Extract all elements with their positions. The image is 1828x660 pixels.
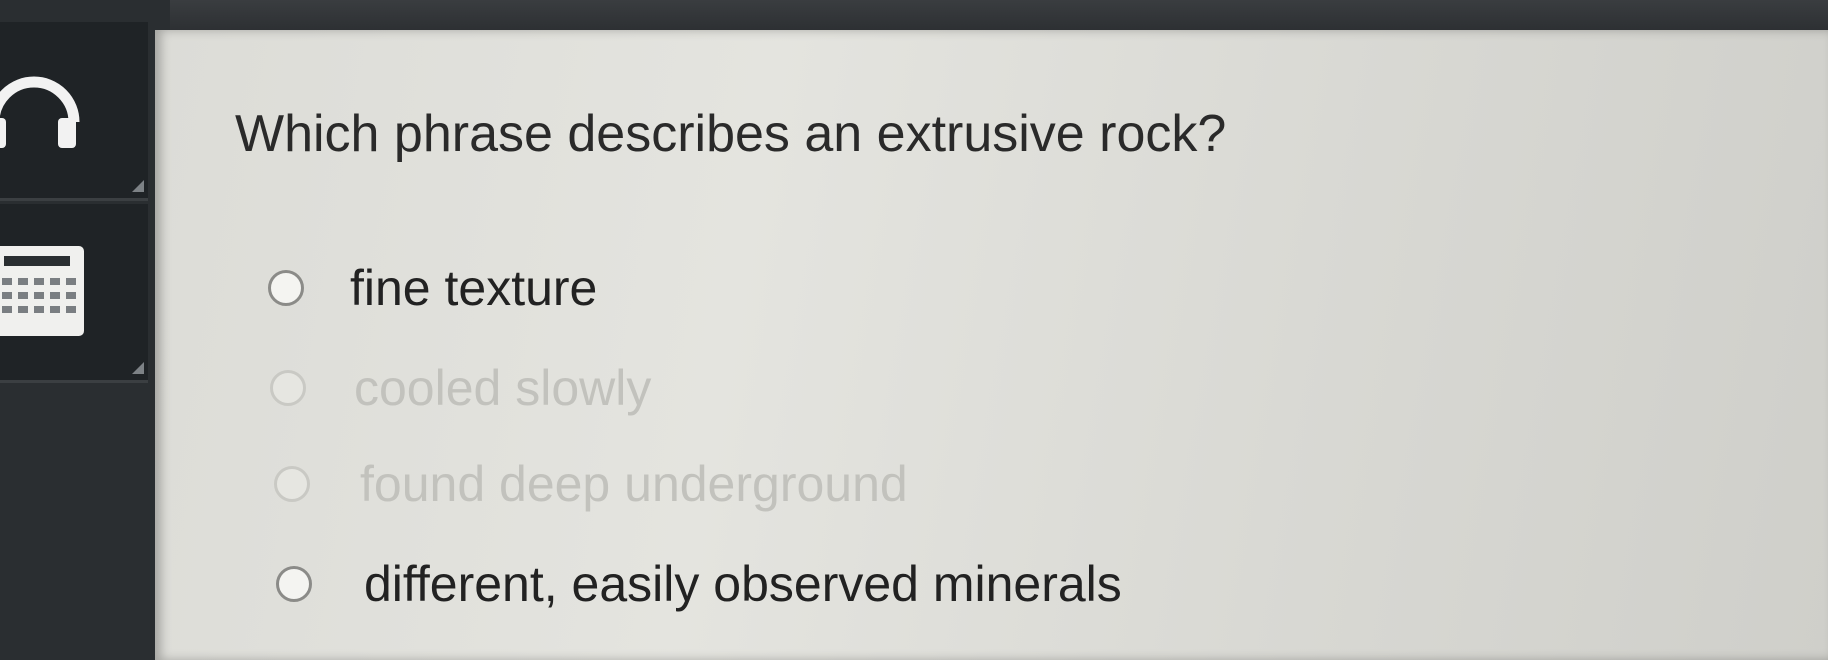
answer-option[interactable]: cooled slowly (270, 358, 651, 418)
question-text: Which phrase describes an extrusive rock… (235, 105, 1227, 163)
radio-button[interactable] (274, 466, 310, 502)
headphones-button[interactable] (0, 22, 148, 201)
answer-label: different, easily observed minerals (364, 556, 1122, 612)
headphones-icon (0, 76, 80, 148)
radio-button[interactable] (270, 370, 306, 406)
answer-label: cooled slowly (354, 360, 652, 416)
radio-button[interactable] (268, 270, 304, 306)
calculator-button[interactable] (0, 204, 148, 383)
answer-option[interactable]: different, easily observed minerals (276, 554, 1122, 614)
top-bar (0, 0, 1828, 30)
calculator-icon (0, 246, 84, 336)
radio-button[interactable] (276, 566, 312, 602)
tool-sidebar (0, 0, 170, 660)
answer-label: found deep underground (360, 456, 908, 512)
expand-corner-icon (132, 362, 144, 374)
answer-option[interactable]: fine texture (268, 258, 597, 318)
answer-option[interactable]: found deep underground (274, 454, 908, 514)
expand-corner-icon (132, 180, 144, 192)
answer-label: fine texture (350, 260, 598, 316)
